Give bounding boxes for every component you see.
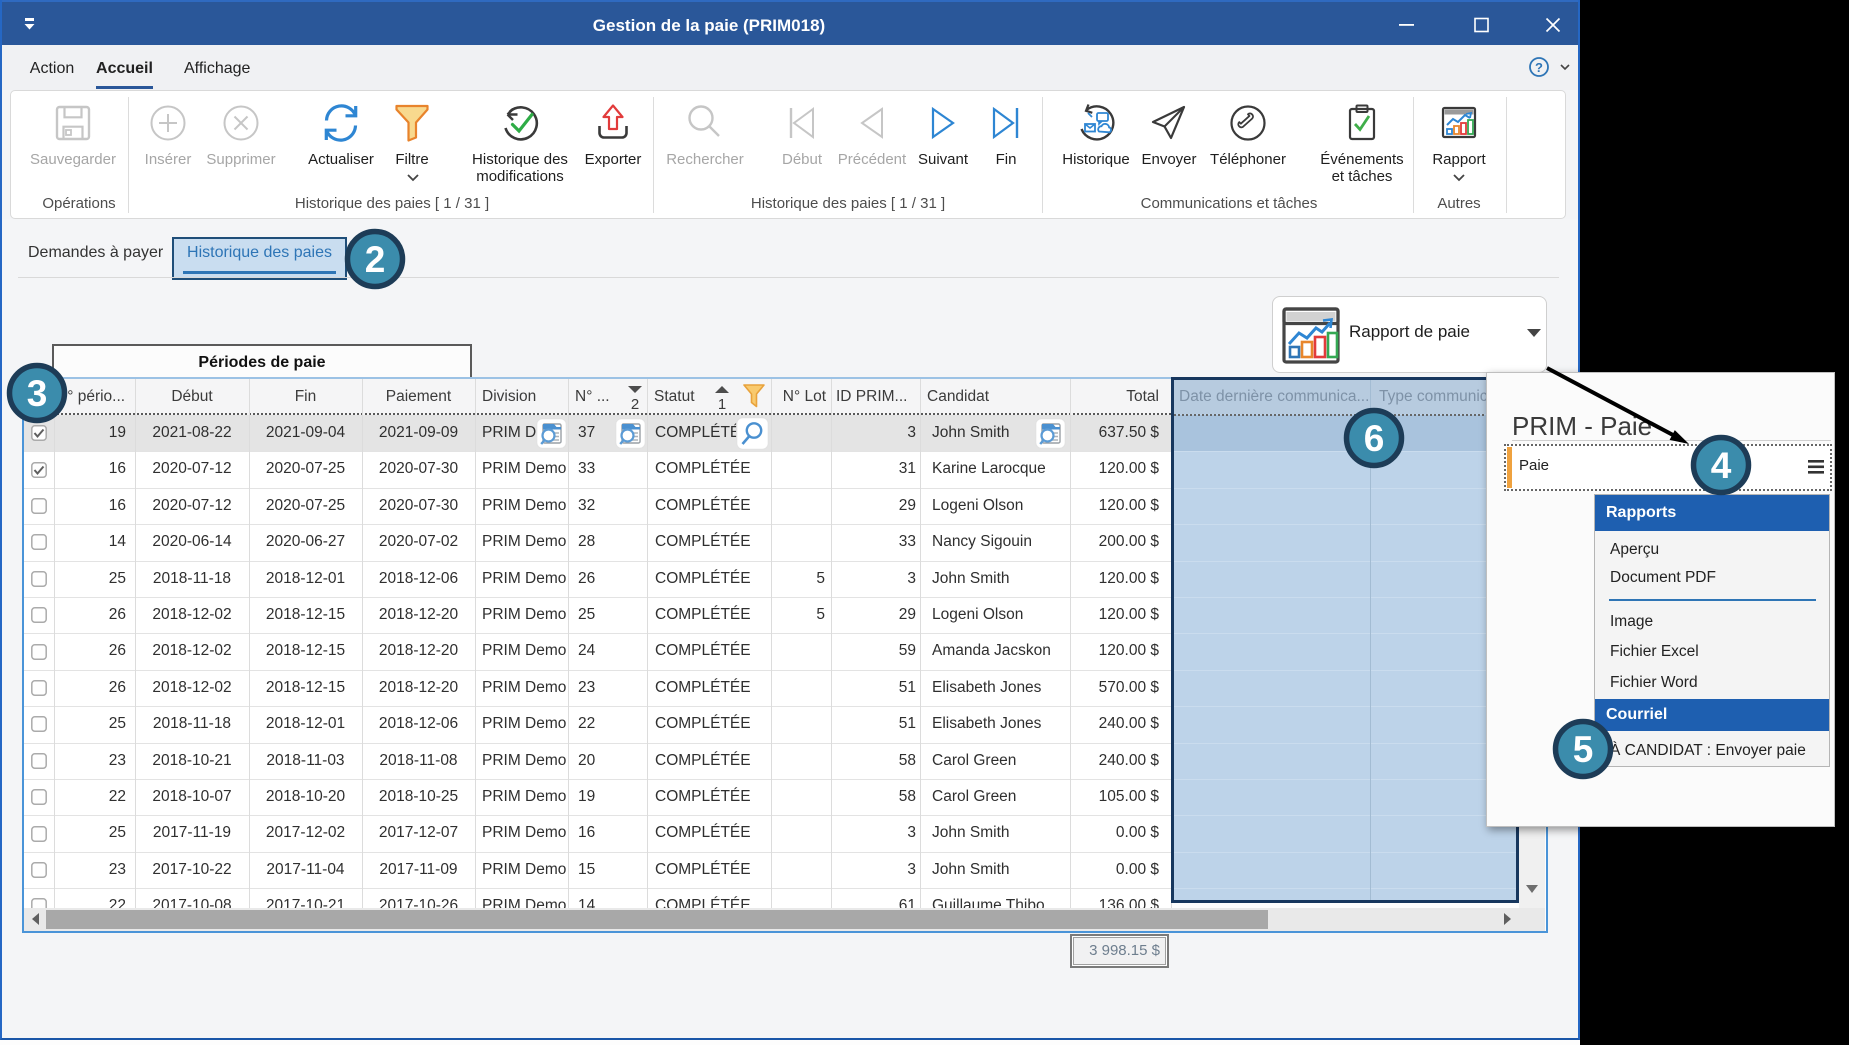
svg-text:6: 6: [1364, 418, 1385, 459]
svg-text:4: 4: [1711, 445, 1732, 486]
svg-text:2: 2: [365, 239, 386, 280]
svg-text:5: 5: [1573, 729, 1594, 770]
svg-text:3: 3: [27, 373, 48, 414]
